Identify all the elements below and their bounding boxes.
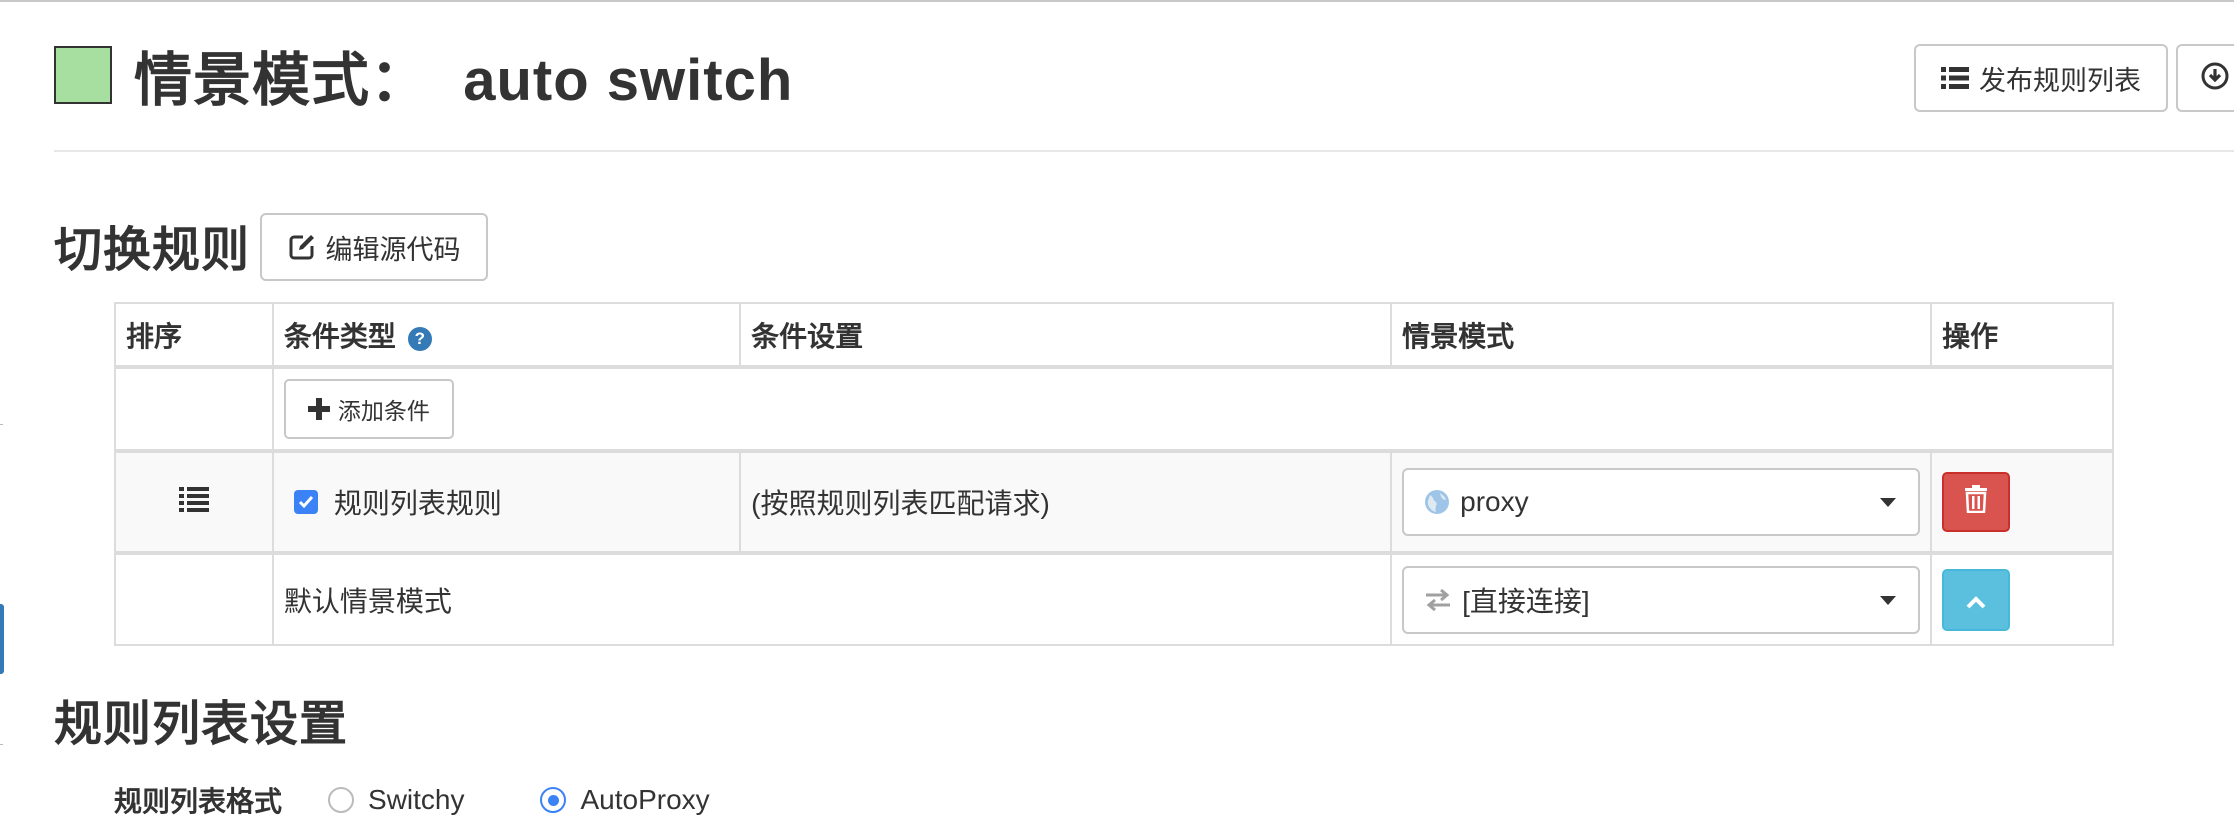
table-header-row: 排序 条件类型? 条件设置 情景模式 操作 <box>114 302 2114 369</box>
default-profile-select-value: [直接连接] <box>1462 585 1590 617</box>
chevron-down-icon <box>1880 595 1897 605</box>
list-icon <box>1941 66 1969 90</box>
page-header: 情景模式： auto switch <box>54 40 793 113</box>
download-circle-icon <box>2200 61 2230 96</box>
default-profile-select[interactable]: [直接连接] <box>1402 565 1921 634</box>
side-panel-tab[interactable] <box>0 604 4 674</box>
default-profile-label: 默认情景模式 <box>271 551 1393 646</box>
transfer-arrows-icon <box>1424 588 1452 612</box>
publish-rule-list-label: 发布规则列表 <box>1979 65 2141 96</box>
delete-rule-button[interactable] <box>1942 472 2011 532</box>
chevron-up-icon <box>1965 584 1987 616</box>
format-option-switchy[interactable]: Switchy <box>328 784 464 816</box>
profile-color-swatch[interactable] <box>54 46 112 104</box>
table-cell <box>114 551 274 646</box>
format-option-label: AutoProxy <box>580 784 710 815</box>
format-option-autoproxy[interactable]: AutoProxy <box>540 784 710 816</box>
plus-icon <box>307 393 330 425</box>
column-header-action: 操作 <box>1930 302 2114 369</box>
edit-source-label: 编辑源代码 <box>325 234 461 265</box>
chevron-down-icon <box>1880 498 1897 507</box>
list-icon <box>178 486 209 519</box>
table-cell <box>114 366 274 452</box>
condition-type-label: 规则列表规则 <box>333 488 502 519</box>
table-cell: 添加条件 <box>271 366 2115 452</box>
add-condition-button[interactable]: 添加条件 <box>283 379 454 439</box>
radio-button[interactable] <box>328 787 355 813</box>
column-header-condition-type: 条件类型? <box>271 302 742 369</box>
rule-list-format-row: 规则列表格式 Switchy AutoProxy <box>114 780 786 820</box>
page-title: 情景模式： auto switch <box>134 48 794 113</box>
table-row: 默认情景模式 [直接连接] <box>114 551 2114 646</box>
column-header-order: 排序 <box>114 302 274 369</box>
edit-source-button[interactable]: 编辑源代码 <box>260 213 488 281</box>
switch-rules-table: 排序 条件类型? 条件设置 情景模式 操作 添加条件 规则列表规则 (按照规则列… <box>114 302 2115 646</box>
table-row: 规则列表规则 (按照规则列表匹配请求) proxy <box>114 449 2114 554</box>
table-cell: 规则列表规则 <box>271 449 742 554</box>
rule-list-settings-heading: 规则列表设置 <box>54 698 349 751</box>
switch-rules-heading: 切换规则 <box>54 224 251 277</box>
edit-square-icon <box>288 233 316 261</box>
help-icon[interactable]: ? <box>407 326 432 351</box>
format-option-label: Switchy <box>368 784 465 815</box>
column-header-profile: 情景模式 <box>1390 302 1933 369</box>
drag-handle[interactable] <box>126 486 262 519</box>
profile-select-value: proxy <box>1460 486 1529 517</box>
table-cell: proxy <box>1390 449 1933 554</box>
column-header-condition-setting: 条件设置 <box>739 302 1393 369</box>
header-divider <box>54 150 2234 152</box>
table-cell: [直接连接] <box>1390 551 1933 646</box>
side-tick <box>0 744 3 745</box>
add-condition-row: 添加条件 <box>114 366 2115 452</box>
download-button[interactable] <box>2176 44 2234 112</box>
rule-enabled-checkbox[interactable] <box>293 490 318 514</box>
table-cell <box>1930 551 2114 646</box>
condition-setting-cell[interactable]: (按照规则列表匹配请求) <box>739 449 1393 554</box>
rule-list-format-label: 规则列表格式 <box>114 786 283 817</box>
publish-rule-list-button[interactable]: 发布规则列表 <box>1914 44 2168 112</box>
trash-icon <box>1965 484 1988 520</box>
table-cell <box>114 449 274 554</box>
table-cell <box>1930 449 2114 554</box>
column-header-condition-type-label: 条件类型 <box>283 320 396 352</box>
radio-button-selected[interactable] <box>540 787 567 813</box>
globe-icon <box>1424 489 1450 515</box>
side-tick <box>0 424 3 425</box>
profile-select[interactable]: proxy <box>1402 468 1921 536</box>
move-up-button[interactable] <box>1942 568 2011 631</box>
add-condition-label: 添加条件 <box>337 398 430 424</box>
